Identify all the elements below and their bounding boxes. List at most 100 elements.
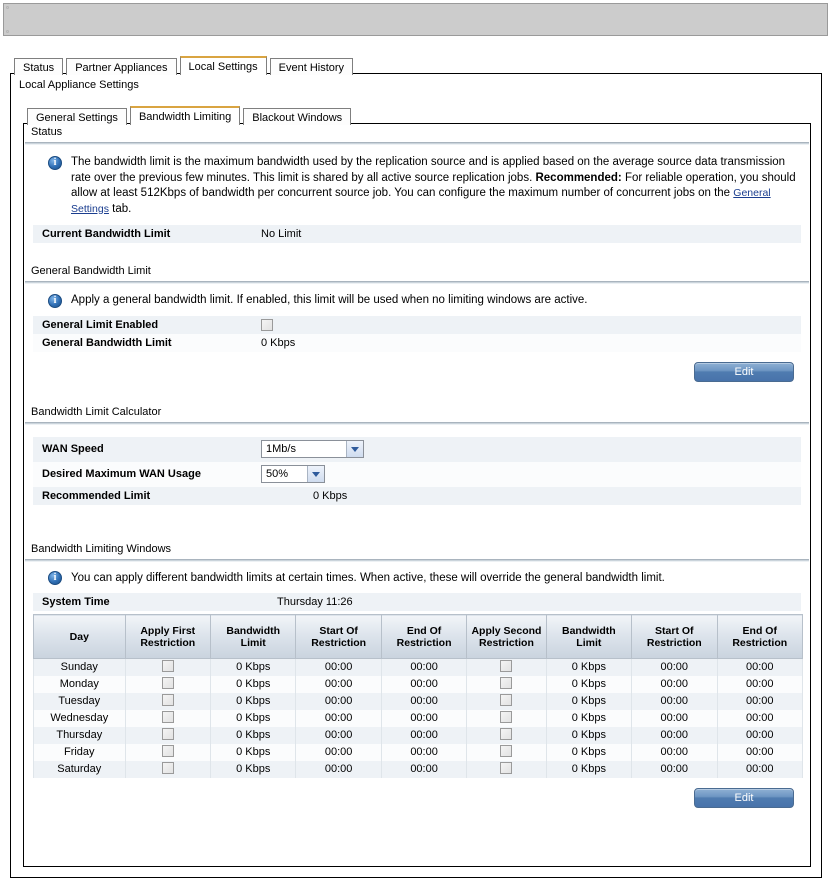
cell-start-2: 00:00: [631, 692, 718, 710]
subtab-label: Bandwidth Limiting: [138, 111, 232, 123]
subtab-label: General Settings: [36, 112, 118, 124]
tab-label: Local Settings: [188, 61, 258, 73]
system-time-label: System Time: [42, 596, 110, 608]
table-row: Saturday 0 Kbps 00:00 00:00 0 Kbps 00:00…: [33, 760, 803, 778]
cell-end-1: 00:00: [380, 760, 468, 778]
titlebar-corner-dot: [6, 30, 9, 33]
cell-day: Sunday: [33, 658, 126, 676]
cell-start-2: 00:00: [631, 743, 718, 761]
subtab-blackout-windows[interactable]: Blackout Windows: [243, 108, 352, 125]
cell-end-2: 00:00: [716, 692, 803, 710]
cell-start-2: 00:00: [631, 658, 718, 676]
wan-usage-select[interactable]: 50%: [261, 465, 325, 483]
tab-event-history[interactable]: Event History: [269, 58, 354, 75]
wan-usage-selected-value: 50%: [266, 468, 289, 480]
cell-apply-second: [466, 760, 547, 778]
bandwidth-limiting-content: Status The bandwidth limit is the maximu…: [23, 123, 811, 867]
panel-title: Local Appliance Settings: [19, 79, 139, 91]
cell-end-2: 00:00: [716, 658, 803, 676]
cell-apply-first: [124, 726, 211, 744]
general-bandwidth-limit-value: 0 Kbps: [261, 336, 296, 349]
tab-local-settings[interactable]: Local Settings: [179, 56, 267, 75]
apply-second-restriction-checkbox[interactable]: [500, 659, 513, 672]
cell-apply-first: [124, 675, 211, 693]
wan-speed-row: WAN Speed 1Mb/s: [33, 436, 801, 462]
subtab-general-settings[interactable]: General Settings: [27, 108, 127, 125]
cell-start-1: 00:00: [295, 760, 382, 778]
apply-second-restriction-checkbox[interactable]: [500, 676, 513, 689]
apply-first-restriction-checkbox[interactable]: [161, 693, 174, 706]
apply-second-restriction-checkbox[interactable]: [500, 710, 513, 723]
general-limit-edit-button[interactable]: Edit: [694, 361, 794, 382]
tab-label: Event History: [278, 62, 345, 74]
cell-end-1: 00:00: [380, 658, 468, 676]
apply-second-restriction-checkbox[interactable]: [500, 761, 513, 774]
table-row: Thursday 0 Kbps 00:00 00:00 0 Kbps 00:00…: [33, 726, 803, 744]
system-time-value: Thursday 11:26: [277, 596, 353, 608]
cell-end-1: 00:00: [380, 709, 468, 727]
cell-bandwidth-2: 0 Kbps: [545, 743, 633, 761]
apply-first-restriction-checkbox[interactable]: [161, 710, 174, 723]
system-time-block: System Time Thursday 11:26: [33, 593, 801, 611]
cell-end-2: 00:00: [716, 726, 803, 744]
cell-apply-first: [124, 743, 211, 761]
info-recommended-label: Recommended:: [535, 171, 622, 184]
general-limit-info-text: Apply a general bandwidth limit. If enab…: [71, 294, 588, 306]
cell-bandwidth-1: 0 Kbps: [209, 658, 297, 676]
table-row: Wednesday 0 Kbps 00:00 00:00 0 Kbps 00:0…: [33, 709, 803, 727]
apply-first-restriction-checkbox[interactable]: [161, 727, 174, 740]
recommended-limit-label: Recommended Limit: [42, 489, 151, 502]
cell-start-2: 00:00: [631, 675, 718, 693]
bandwidth-windows-edit-button[interactable]: Edit: [694, 787, 794, 808]
info-icon: [48, 571, 62, 586]
general-limit-actions: Edit: [24, 352, 810, 392]
cell-start-1: 00:00: [295, 726, 382, 744]
wan-usage-row: Desired Maximum WAN Usage 50%: [33, 461, 801, 487]
wan-usage-label: Desired Maximum WAN Usage: [42, 468, 201, 480]
status-info-text: The bandwidth limit is the maximum bandw…: [71, 155, 796, 217]
apply-second-restriction-checkbox[interactable]: [500, 744, 513, 757]
apply-first-restriction-checkbox[interactable]: [161, 676, 174, 689]
cell-apply-second: [466, 692, 547, 710]
apply-second-restriction-checkbox[interactable]: [500, 693, 513, 706]
apply-second-restriction-checkbox[interactable]: [500, 727, 513, 740]
wan-speed-selected-value: 1Mb/s: [266, 443, 296, 455]
system-time-row: System Time Thursday 11:26: [33, 593, 801, 611]
column-header-apply-first: Apply First Restriction: [124, 614, 211, 659]
wan-speed-select[interactable]: 1Mb/s: [261, 440, 364, 458]
cell-apply-second: [466, 709, 547, 727]
column-header-end-1: End Of Restriction: [380, 614, 468, 659]
tab-partner-appliances[interactable]: Partner Appliances: [66, 58, 177, 75]
subtab-bandwidth-limiting[interactable]: Bandwidth Limiting: [129, 106, 241, 125]
chevron-down-icon: [346, 441, 363, 457]
cell-day: Wednesday: [33, 709, 126, 727]
subtab-label: Blackout Windows: [252, 112, 343, 124]
cell-end-2: 00:00: [716, 709, 803, 727]
general-limit-enabled-label: General Limit Enabled: [42, 318, 159, 331]
general-bandwidth-limit-section: General Bandwidth Limit Apply a general …: [24, 263, 810, 392]
tab-status[interactable]: Status: [14, 58, 64, 75]
cell-end-2: 00:00: [716, 675, 803, 693]
apply-first-restriction-checkbox[interactable]: [161, 761, 174, 774]
cell-start-1: 00:00: [295, 675, 382, 693]
apply-first-restriction-checkbox[interactable]: [161, 744, 174, 757]
general-limit-values: General Limit Enabled General Bandwidth …: [33, 315, 801, 352]
cell-end-1: 00:00: [380, 692, 468, 710]
column-header-bandwidth-1: Bandwidth Limit: [209, 614, 297, 659]
status-section: Status The bandwidth limit is the maximu…: [24, 124, 810, 243]
recommended-limit-row: Recommended Limit 0 Kbps: [33, 486, 801, 505]
cell-apply-second: [466, 675, 547, 693]
apply-first-restriction-checkbox[interactable]: [161, 659, 174, 672]
tab-label: Status: [23, 62, 55, 74]
cell-bandwidth-2: 0 Kbps: [545, 692, 633, 710]
general-limit-enabled-checkbox[interactable]: [261, 318, 273, 331]
cell-end-2: 00:00: [716, 760, 803, 778]
general-limit-heading: General Bandwidth Limit: [31, 265, 151, 277]
bandwidth-limit-calculator-section: Bandwidth Limit Calculator WAN Speed 1Mb…: [24, 404, 810, 505]
windows-heading: Bandwidth Limiting Windows: [31, 542, 172, 555]
status-values: Current Bandwidth Limit No Limit: [33, 225, 801, 243]
cell-apply-second: [466, 743, 547, 761]
cell-end-1: 00:00: [380, 743, 468, 761]
info-sentence-3: tab.: [108, 202, 132, 215]
wan-speed-label: WAN Speed: [42, 443, 104, 455]
